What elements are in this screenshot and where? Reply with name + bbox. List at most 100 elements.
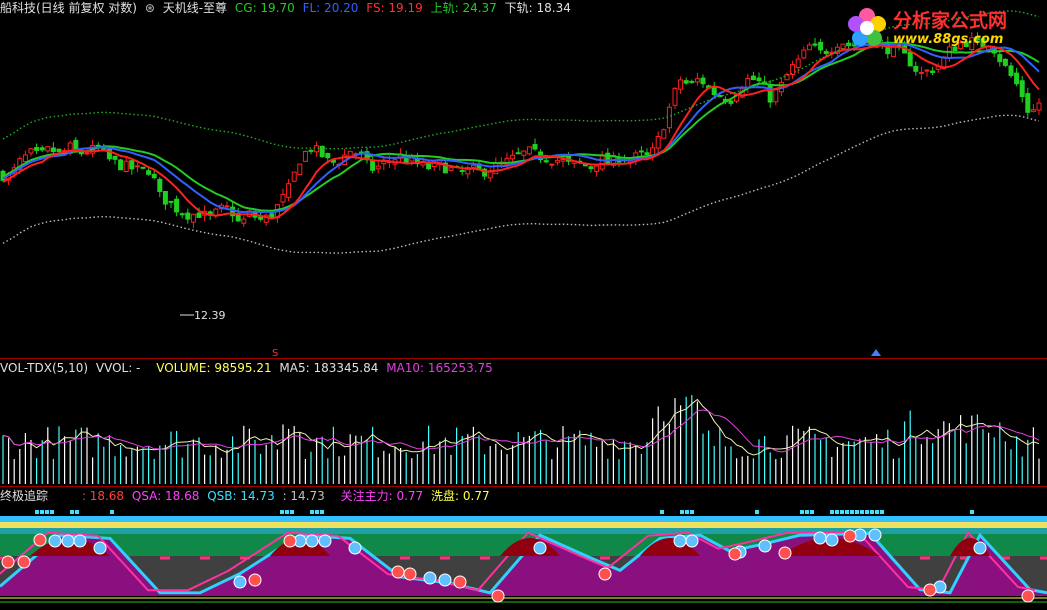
ind-v2: : 14.73 [282, 489, 325, 503]
candle-body [22, 154, 28, 163]
blue-ball-icon [758, 539, 772, 553]
top-band-yellow [0, 522, 1047, 528]
candle-body [28, 148, 34, 154]
red-ball-icon [283, 534, 297, 548]
volume-header: VOL-TDX(5,10) VVOL: - VOLUME: 98595.21 M… [0, 360, 497, 376]
vvol-value: VVOL: - [95, 361, 141, 375]
chart-stage[interactable]: 12.39 S 船科技(日线 前复权 对数) ⊛ 天机线-至尊 CG: 19.70… [0, 0, 1047, 607]
candle-body [381, 161, 387, 165]
candle-body [185, 212, 191, 220]
cyan-tick [875, 510, 879, 514]
candle-body [907, 51, 913, 67]
candle-body [560, 159, 566, 162]
candle-body [526, 146, 532, 155]
cyan-tick [320, 510, 324, 514]
candle-body [448, 167, 454, 171]
flower-logo-icon [848, 8, 886, 46]
cyan-tick [690, 510, 694, 514]
candle-body [112, 155, 118, 160]
vol-ma5-line [2, 398, 1040, 456]
candle-body [426, 163, 432, 170]
fs-line [2, 44, 1040, 220]
red-ball-icon [391, 565, 405, 579]
cyan-tick [810, 510, 814, 514]
candle-body [756, 77, 762, 82]
candle-body [123, 160, 129, 173]
qsb-value: QSB: 14.73 [207, 489, 275, 503]
candle-body [683, 80, 689, 84]
candle-body [168, 200, 174, 203]
candle-body [297, 163, 303, 176]
blue-ball-icon [423, 571, 437, 585]
candle-body [190, 213, 196, 223]
cyan-tick [45, 510, 49, 514]
blue-ball-icon [533, 541, 547, 555]
candle-body [347, 150, 353, 157]
candle-body [543, 160, 549, 163]
candle-body [678, 79, 684, 90]
candle-body [689, 80, 695, 83]
cyan-tick [970, 510, 974, 514]
candle-body [806, 44, 812, 51]
cyan-tick [845, 510, 849, 514]
candle-body [700, 77, 706, 85]
candle-body [470, 164, 476, 168]
candle-body [50, 147, 56, 153]
candle-body [801, 49, 807, 59]
candle-body [661, 129, 667, 139]
candle-body [162, 191, 168, 205]
site-logo: 分析家公式网 www.88gs.com [841, 2, 1041, 54]
lower-band-value: 下轨: 18.34 [504, 1, 571, 15]
wash-value: 洗盘: 0.77 [431, 489, 490, 503]
red-ball-icon [843, 529, 857, 543]
candle-body [280, 193, 286, 203]
candle-body [532, 144, 538, 150]
cyan-tick [865, 510, 869, 514]
candle-body [672, 87, 678, 106]
red-ball-icon [403, 567, 417, 581]
candle-body [1030, 109, 1036, 112]
fs-value: FS: 19.19 [366, 1, 423, 15]
candle-body [196, 212, 202, 218]
candle-body [924, 69, 930, 72]
candle-body [269, 213, 275, 218]
candle-body [174, 198, 180, 213]
candle-body [913, 65, 919, 72]
candle-body [73, 139, 79, 150]
candle-body [56, 148, 62, 152]
vol-ma10-line [2, 409, 1040, 453]
cyan-tick [860, 510, 864, 514]
blue-ball-icon [973, 541, 987, 555]
band-teal [0, 528, 1047, 534]
candle-body [918, 71, 924, 74]
candle-body [694, 78, 700, 83]
candle-body [795, 58, 801, 68]
candle-body [39, 147, 45, 151]
red-ball-icon [491, 589, 505, 603]
candle-body [129, 160, 135, 170]
price-panel: 12.39S [0, 10, 1042, 359]
ma5-value: MA5: 183345.84 [279, 361, 379, 375]
candle-body [302, 150, 308, 162]
candle-body [1025, 93, 1031, 113]
logo-title: 分析家公式网 [893, 10, 1008, 32]
red-ball-icon [248, 573, 262, 587]
blue-ball-icon [305, 534, 319, 548]
cg-value: CG: 19.70 [234, 1, 295, 15]
ma10-value: MA10: 165253.75 [386, 361, 493, 375]
settings-icon[interactable]: ⊛ [145, 1, 155, 15]
candle-body [773, 89, 779, 103]
candle-body [655, 136, 661, 149]
chart-canvas[interactable]: 12.39S [0, 0, 1047, 607]
cyan-tick [280, 510, 284, 514]
cyan-tick [110, 510, 114, 514]
cyan-tick [755, 510, 759, 514]
cyan-tick [800, 510, 804, 514]
candle-body [487, 171, 493, 179]
blue-ball-icon [673, 534, 687, 548]
candle-body [594, 165, 600, 172]
ind-v1: : 18.68 [81, 489, 125, 503]
blue-ball-icon [318, 534, 332, 548]
candle-body [588, 166, 594, 170]
vol-indicator-name: VOL-TDX(5,10) [0, 361, 89, 375]
